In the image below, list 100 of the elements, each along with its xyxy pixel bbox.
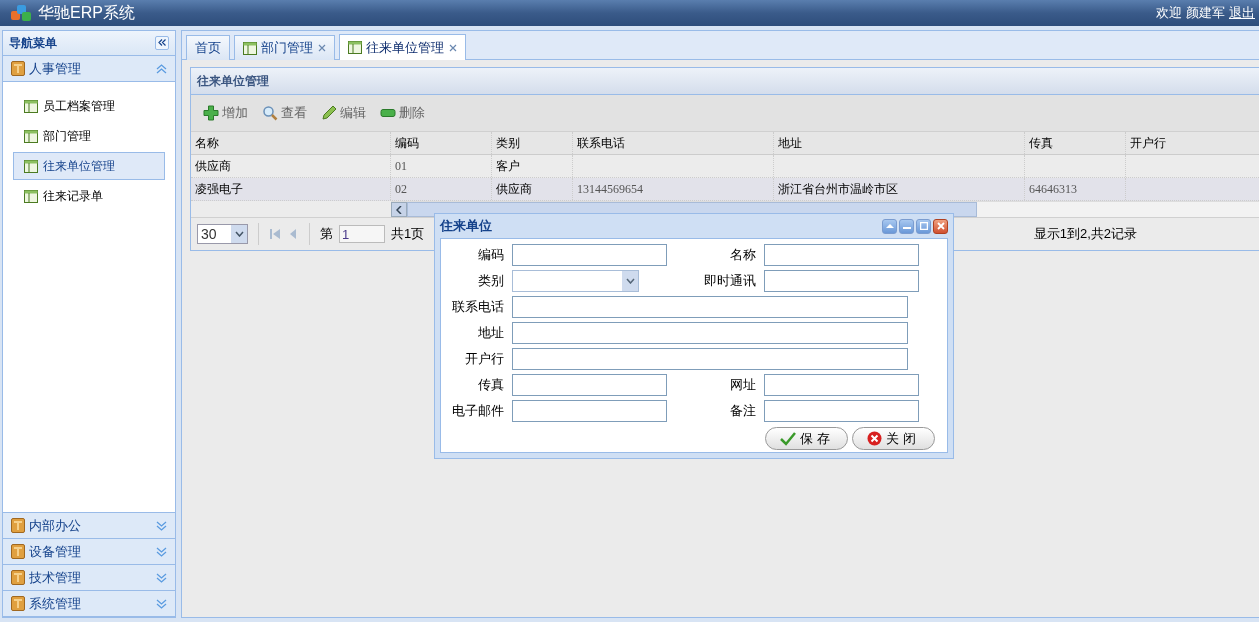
close-circle-icon <box>867 431 882 446</box>
table-cell: 凌强电子 <box>195 180 243 198</box>
collapse-button[interactable] <box>155 36 169 50</box>
chevron-down-icon <box>156 572 167 583</box>
table-cell: 64646313 <box>1029 181 1077 197</box>
table-cell: 01 <box>395 158 407 174</box>
minimize-button[interactable] <box>899 218 914 234</box>
input-field[interactable] <box>764 244 919 266</box>
save-button[interactable]: 保存 <box>765 427 848 450</box>
input-field[interactable] <box>512 322 908 344</box>
input-field[interactable] <box>512 348 908 370</box>
column-header[interactable]: 传真 <box>1025 132 1126 154</box>
field-label: 备注 <box>729 402 757 420</box>
triangle-up-icon <box>885 223 894 229</box>
greeting-text: 欢迎 <box>1156 4 1182 22</box>
column-header[interactable]: 类别 <box>492 132 573 154</box>
panel-title: 往来单位管理 <box>197 72 269 90</box>
first-page-icon[interactable] <box>269 228 281 240</box>
pencil-icon <box>321 105 337 121</box>
folder-icon <box>11 596 25 611</box>
logout-link[interactable]: 退出 <box>1229 4 1255 22</box>
maximize-button[interactable] <box>916 218 931 234</box>
table-cell: 02 <box>395 181 407 197</box>
table-cell: 浙江省台州市温岭市区 <box>778 180 898 198</box>
field-label: 传真 <box>477 376 505 394</box>
input-field[interactable] <box>764 270 919 292</box>
column-header[interactable]: 地址 <box>774 132 1025 154</box>
dialog-title: 住来单位 <box>440 217 492 235</box>
close-icon <box>936 222 945 230</box>
nav-item[interactable]: 员工档案管理 <box>13 92 165 120</box>
close-button[interactable] <box>933 218 948 234</box>
input-field[interactable] <box>512 374 667 396</box>
category-select[interactable] <box>512 270 639 292</box>
user-name: 颜建军 <box>1186 4 1225 22</box>
field-label: 网址 <box>729 376 757 394</box>
folder-icon <box>11 544 25 559</box>
toolbar-button[interactable]: 编辑 <box>317 102 370 124</box>
field-label: 地址 <box>477 324 505 342</box>
tab[interactable]: 首页 <box>186 35 230 60</box>
maximize-icon <box>919 222 928 230</box>
toolbar-button[interactable]: 查看 <box>258 102 311 124</box>
page-total: 共1页 <box>391 225 425 243</box>
page-size-select[interactable]: 30 <box>197 224 248 244</box>
plus-icon <box>203 105 219 121</box>
module-icon <box>348 41 362 54</box>
table-cell: 供应商 <box>195 157 231 175</box>
module-icon <box>24 159 38 173</box>
folder-icon <box>11 61 25 76</box>
input-field[interactable] <box>512 400 667 422</box>
input-field[interactable] <box>512 296 908 318</box>
accordion-header[interactable]: 设备管理 <box>3 539 175 565</box>
magnifier-icon <box>262 105 278 121</box>
sidebar-title: 导航菜单 <box>9 34 57 52</box>
toolbar-button[interactable]: 增加 <box>199 102 252 124</box>
close-dialog-button[interactable]: 关闭 <box>852 427 935 450</box>
table-cell: 供应商 <box>496 180 532 198</box>
field-label: 名称 <box>729 246 757 264</box>
accordion-header[interactable]: 内部办公 <box>3 513 175 539</box>
page-number-field[interactable]: 1 <box>339 225 385 243</box>
chevron-up-icon <box>156 63 167 74</box>
check-icon <box>779 431 796 446</box>
input-field[interactable] <box>512 244 667 266</box>
folder-icon <box>11 570 25 585</box>
input-field[interactable] <box>764 374 919 396</box>
tab[interactable]: 部门管理 <box>234 35 335 60</box>
column-header[interactable]: 编码 <box>391 132 492 154</box>
tab[interactable]: 往来单位管理 <box>339 34 466 60</box>
chevron-down-icon <box>156 520 167 531</box>
nav-item[interactable]: 部门管理 <box>13 122 165 150</box>
record-summary: 显示1到2,共2记录 <box>1033 225 1137 243</box>
folder-icon <box>11 518 25 533</box>
close-icon[interactable] <box>449 43 457 52</box>
field-label: 即时通讯 <box>703 272 757 290</box>
nav-item[interactable]: 往来记录单 <box>13 182 165 210</box>
field-label: 开户行 <box>464 350 505 368</box>
chevron-down-icon <box>156 598 167 609</box>
accordion-header[interactable]: 系统管理 <box>3 591 175 617</box>
column-header[interactable]: 名称 <box>191 132 391 154</box>
field-label: 联系电话 <box>451 298 505 316</box>
scroll-left-icon[interactable] <box>396 205 402 214</box>
column-header[interactable]: 开户行 <box>1126 132 1259 154</box>
chevron-down-icon <box>156 546 167 557</box>
module-icon <box>243 41 257 55</box>
field-label: 编码 <box>477 246 505 264</box>
app-title: 华驰ERP系统 <box>38 2 135 23</box>
field-label: 电子邮件 <box>451 402 505 420</box>
input-field[interactable] <box>764 400 919 422</box>
close-icon[interactable] <box>318 44 326 52</box>
table-cell: 客户 <box>496 157 520 175</box>
field-label: 类别 <box>477 272 505 290</box>
toolbar-button[interactable]: 删除 <box>376 102 429 124</box>
accordion-header[interactable]: 技术管理 <box>3 565 175 591</box>
double-chevron-left-icon <box>158 39 166 46</box>
nav-item[interactable]: 往来单位管理 <box>13 152 165 180</box>
table-cell: 13144569654 <box>577 181 643 197</box>
column-header[interactable]: 联系电话 <box>573 132 774 154</box>
accordion-header[interactable]: 人事管理 <box>3 56 175 82</box>
module-icon <box>24 189 38 203</box>
module-icon <box>24 99 38 113</box>
module-icon <box>24 129 38 143</box>
